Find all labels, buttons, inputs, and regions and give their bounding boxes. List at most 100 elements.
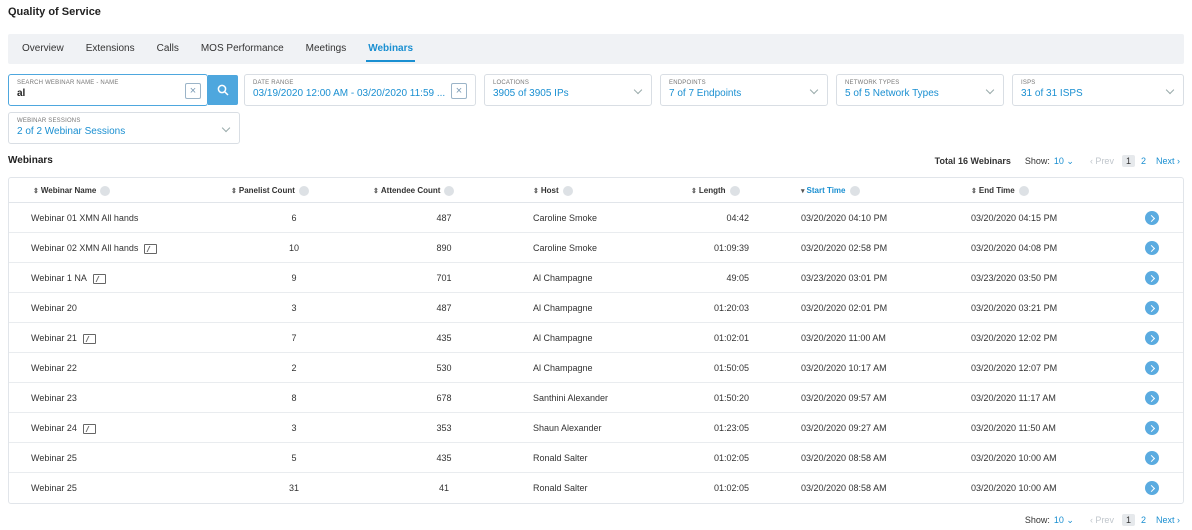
- cell-length-text: 01:20:03: [713, 303, 749, 313]
- network-types-filter[interactable]: NETWORK TYPES 5 of 5 Network Types: [836, 74, 1004, 106]
- screen-share-icon: [92, 273, 106, 284]
- page-2-link[interactable]: 2: [1137, 155, 1150, 167]
- clear-search-icon[interactable]: ×: [185, 83, 201, 99]
- table-row[interactable]: Webinar 02 XMN All hands 10 890 Caroline Sm…: [9, 233, 1183, 263]
- cell-host: Ronald Salter: [533, 473, 588, 503]
- col-host[interactable]: ⇕ Host: [533, 178, 573, 203]
- cell-length-text: 01:02:05: [713, 483, 749, 493]
- row-details-arrow-icon[interactable]: [1145, 481, 1159, 495]
- table-row[interactable]: Webinar 25 31 41 Ronald Salter 01:02:05 03/20…: [9, 473, 1183, 503]
- cell-webinar-name-text: Webinar 21: [31, 333, 77, 343]
- date-range-label: DATE RANGE: [253, 80, 294, 86]
- col-start-time[interactable]: ▾ Start Time: [801, 178, 860, 203]
- prev-page-link[interactable]: ‹ Prev: [1090, 156, 1114, 166]
- row-details-arrow-icon[interactable]: [1145, 391, 1159, 405]
- row-details-arrow-icon[interactable]: [1145, 211, 1159, 225]
- row-details-arrow-icon[interactable]: [1145, 271, 1159, 285]
- clear-date-range-icon[interactable]: ×: [451, 83, 467, 99]
- row-details-arrow-icon[interactable]: [1145, 331, 1159, 345]
- table-row[interactable]: Webinar 22 2 530 Al Champagne 01:50:05 03/20/…: [9, 353, 1183, 383]
- cell-length: 01:02:05: [649, 443, 749, 473]
- sort-icon: ⇕: [373, 188, 379, 195]
- tab-extensions[interactable]: Extensions: [86, 34, 135, 64]
- table-row[interactable]: Webinar 21 7 435 Al Champagne 01:02:01 03/20/…: [9, 323, 1183, 353]
- cell-start-time-text: 03/20/2020 08:58 AM: [801, 483, 887, 493]
- locations-filter[interactable]: LOCATIONS 3905 of 3905 IPs: [484, 74, 652, 106]
- total-count: Total 16 Webinars: [934, 156, 1011, 166]
- row-details-arrow-icon[interactable]: [1145, 301, 1159, 315]
- cell-host: Al Champagne: [533, 293, 593, 323]
- page-size-select[interactable]: 10 ⌄: [1054, 515, 1074, 526]
- table-row[interactable]: Webinar 20 3 487 Al Champagne 01:20:03 03/20/…: [9, 293, 1183, 323]
- webinar-sessions-value: 2 of 2 Webinar Sessions: [17, 126, 126, 137]
- table-row[interactable]: Webinar 1 NA 9 701 Al Champagne 49:05 03/23/2…: [9, 263, 1183, 293]
- tab-overview[interactable]: Overview: [22, 34, 64, 64]
- row-details-arrow-icon[interactable]: [1145, 361, 1159, 375]
- cell-panelist-count-text: 7: [291, 333, 297, 343]
- cell-end-time-text: 03/20/2020 04:08 PM: [971, 243, 1058, 253]
- cell-attendee-count: 487: [373, 293, 515, 323]
- search-webinar-filter[interactable]: SEARCH WEBINAR NAME - NAME al ×: [8, 74, 208, 106]
- cell-host: Santhini Alexander: [533, 383, 608, 413]
- tab-mos-performance[interactable]: MOS Performance: [201, 34, 284, 64]
- cell-attendee-count-text: 678: [436, 393, 452, 403]
- cell-attendee-count: 487: [373, 203, 515, 233]
- row-details-arrow-icon[interactable]: [1145, 241, 1159, 255]
- page-1-link[interactable]: 1: [1121, 155, 1135, 167]
- cell-length-text: 01:02:05: [713, 453, 749, 463]
- col-webinar-name[interactable]: ⇕ Webinar Name: [33, 178, 111, 203]
- cell-panelist-count-text: 6: [291, 213, 297, 223]
- col-panelist-count[interactable]: ⇕ Panelist Count: [231, 178, 309, 203]
- network-types-value: 5 of 5 Network Types: [845, 88, 939, 99]
- cell-host: Shaun Alexander: [533, 413, 602, 443]
- sort-icon: ⇕: [971, 188, 977, 195]
- table-row[interactable]: Webinar 23 8 678 Santhini Alexander 01:50:20…: [9, 383, 1183, 413]
- col-attendee-count[interactable]: ⇕ Attendee Count: [373, 178, 455, 203]
- search-button[interactable]: [208, 75, 238, 105]
- row-details-arrow-icon[interactable]: [1145, 451, 1159, 465]
- webinar-sessions-filter[interactable]: WEBINAR SESSIONS 2 of 2 Webinar Sessions: [8, 112, 240, 144]
- cell-start-time-text: 03/20/2020 09:27 AM: [801, 423, 887, 433]
- cell-panelist-count-text: 9: [291, 273, 297, 283]
- page-2-link[interactable]: 2: [1137, 514, 1150, 526]
- cell-webinar-name-text: Webinar 25: [31, 483, 77, 493]
- sort-desc-icon: ▾: [801, 188, 805, 195]
- cell-attendee-count: 530: [373, 353, 515, 383]
- cell-length: 01:20:03: [649, 293, 749, 323]
- locations-label: LOCATIONS: [493, 80, 530, 86]
- page-size-select[interactable]: 10 ⌄: [1054, 156, 1074, 167]
- cell-panelist-count: 2: [231, 353, 357, 383]
- col-end-time[interactable]: ⇕ End Time: [971, 178, 1029, 203]
- tab-calls[interactable]: Calls: [157, 34, 179, 64]
- tab-meetings[interactable]: Meetings: [306, 34, 347, 64]
- info-icon: [100, 185, 111, 196]
- cell-panelist-count-text: 3: [291, 303, 297, 313]
- col-length[interactable]: ⇕ Length: [691, 178, 740, 203]
- tab-webinars[interactable]: Webinars: [366, 34, 415, 64]
- search-input[interactable]: al: [17, 88, 199, 99]
- pager-bottom: Show: 10 ⌄ ‹ Prev 1 2 Next ›: [1025, 514, 1180, 526]
- cell-attendee-count: 435: [373, 443, 515, 473]
- page-1-link[interactable]: 1: [1121, 514, 1135, 526]
- cell-panelist-count-text: 10: [288, 243, 299, 253]
- row-details-arrow-icon[interactable]: [1145, 421, 1159, 435]
- cell-length-text: 49:05: [726, 273, 749, 283]
- cell-webinar-name-text: Webinar 1 NA: [31, 273, 87, 283]
- cell-end-time: 03/20/2020 12:02 PM: [971, 323, 1057, 353]
- cell-end-time: 03/20/2020 04:15 PM: [971, 203, 1057, 233]
- prev-page-link[interactable]: ‹ Prev: [1090, 515, 1114, 525]
- endpoints-filter[interactable]: ENDPOINTS 7 of 7 Endpoints: [660, 74, 828, 106]
- isps-filter[interactable]: ISPS 31 of 31 ISPS: [1012, 74, 1184, 106]
- table-row[interactable]: Webinar 24 3 353 Shaun Alexander 01:23:05 03/…: [9, 413, 1183, 443]
- date-range-filter[interactable]: DATE RANGE 03/19/2020 12:00 AM - 03/20/2…: [244, 74, 476, 106]
- screen-share-icon: [144, 243, 158, 254]
- table-row[interactable]: Webinar 01 XMN All hands 6 487 Caroline Smo…: [9, 203, 1183, 233]
- cell-length: 04:42: [649, 203, 749, 233]
- cell-start-time-text: 03/20/2020 08:58 AM: [801, 453, 887, 463]
- cell-end-time: 03/20/2020 11:17 AM: [971, 383, 1056, 413]
- next-page-link[interactable]: Next ›: [1156, 156, 1180, 166]
- cell-webinar-name: Webinar 01 XMN All hands: [31, 203, 138, 233]
- cell-length-text: 01:50:20: [713, 393, 749, 403]
- table-row[interactable]: Webinar 25 5 435 Ronald Salter 01:02:05 03/20…: [9, 443, 1183, 473]
- next-page-link[interactable]: Next ›: [1156, 515, 1180, 525]
